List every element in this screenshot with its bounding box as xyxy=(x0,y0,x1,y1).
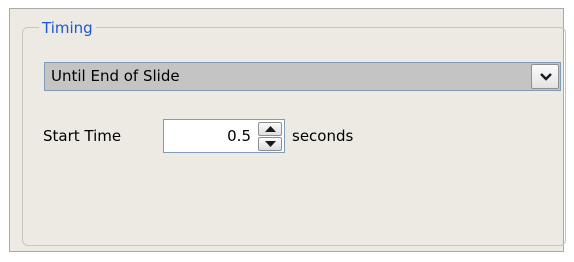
spin-up-arrow-icon xyxy=(265,126,276,132)
start-time-spinner[interactable]: 0.5 xyxy=(163,119,285,153)
seconds-unit-label: seconds xyxy=(292,127,354,145)
spin-down-arrow-icon xyxy=(265,141,276,147)
start-time-label: Start Time xyxy=(43,127,122,145)
timing-mode-select[interactable]: Until End of Slide xyxy=(44,62,561,91)
dropdown-button[interactable] xyxy=(531,64,559,89)
dialog-panel: Timing Until End of Slide Start Time 0.5… xyxy=(9,8,566,252)
start-time-value: 0.5 xyxy=(227,127,251,145)
timing-group-title: Timing xyxy=(39,18,96,38)
spin-up-button[interactable] xyxy=(258,122,282,136)
timing-mode-value: Until End of Slide xyxy=(51,67,180,85)
spin-down-button[interactable] xyxy=(258,137,282,151)
chevron-down-icon xyxy=(540,73,552,81)
